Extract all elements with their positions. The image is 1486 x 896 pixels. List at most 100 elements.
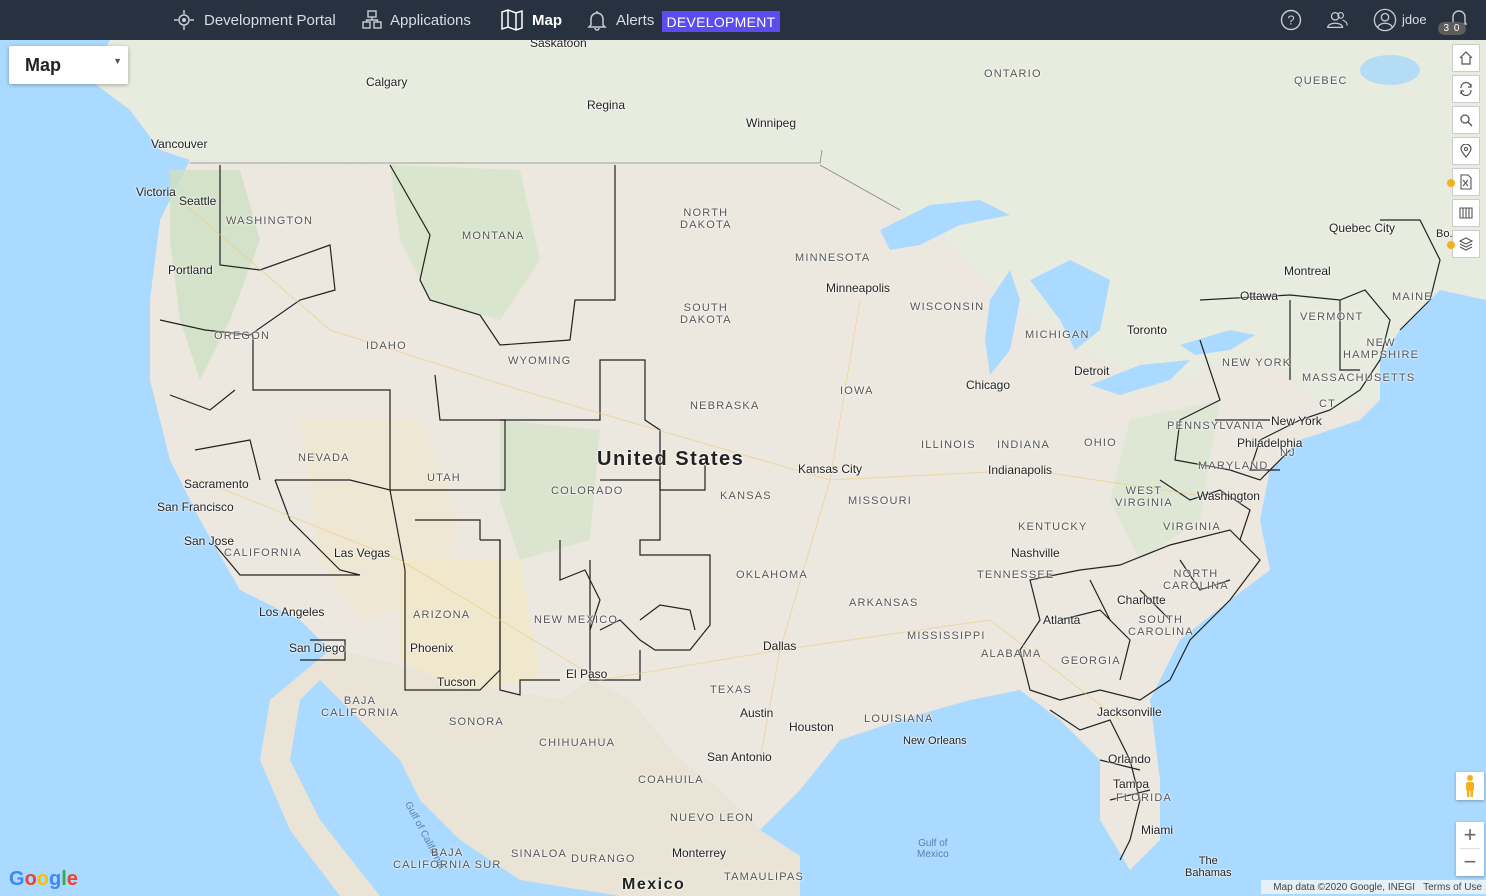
zoom-control: + − <box>1456 822 1484 876</box>
label-kentucky: KENTUCKY <box>1018 521 1088 533</box>
label-minnesota: MINNESOTA <box>795 252 871 264</box>
label-pennsylvania: PENNSYLVANIA <box>1167 420 1265 432</box>
caret-down-icon: ▼ <box>113 56 122 66</box>
label-kansas: KANSAS <box>720 490 772 502</box>
users-button[interactable] <box>1325 8 1349 32</box>
nav-development-portal[interactable]: Development Portal <box>172 0 336 40</box>
label-philadelphia: Philadelphia <box>1237 436 1303 450</box>
map-icon <box>501 9 523 31</box>
label-jacksonville: Jacksonville <box>1097 705 1162 719</box>
label-seattle: Seattle <box>179 194 217 208</box>
zoom-in-button[interactable]: + <box>1456 822 1484 848</box>
nav-map[interactable]: Map <box>500 0 562 40</box>
label-mexico: Mexico <box>622 876 686 893</box>
nav-development-portal-label: Development Portal <box>204 11 336 29</box>
user-avatar-icon <box>1373 8 1397 32</box>
label-houston: Houston <box>789 720 834 734</box>
map-canvas[interactable]: United States Mexico WASHINGTON OREGON I… <box>0 40 1486 896</box>
label-utah: UTAH <box>427 472 461 484</box>
label-idaho: IDAHO <box>366 340 407 352</box>
map-type-select[interactable]: Map ▼ <box>9 46 128 84</box>
label-michigan: MICHIGAN <box>1025 329 1090 341</box>
label-sinaloa: SINALOA <box>511 848 568 860</box>
label-massachusetts: MASSACHUSETTS <box>1302 372 1416 384</box>
label-new-orleans: New Orleans <box>903 735 967 747</box>
label-oregon: OREGON <box>214 330 271 342</box>
label-california: CALIFORNIA <box>224 547 303 559</box>
label-los-angeles: Los Angeles <box>259 605 325 619</box>
label-tucson: Tucson <box>437 675 476 689</box>
label-atlanta: Atlanta <box>1043 613 1081 627</box>
nav-map-label: Map <box>532 11 562 29</box>
warning-dot-icon <box>1447 241 1455 249</box>
label-maine: MAINE <box>1392 291 1433 303</box>
label-missouri: MISSOURI <box>848 495 912 507</box>
street-view-pegman[interactable] <box>1456 772 1484 800</box>
layers-button[interactable] <box>1447 230 1480 258</box>
label-mississippi: MISSISSIPPI <box>907 630 986 642</box>
bell-icon <box>587 11 607 31</box>
notification-count-badge: 3 0 <box>1438 22 1466 35</box>
map-panel-button[interactable] <box>1452 199 1480 227</box>
help-button[interactable]: ? <box>1279 8 1303 32</box>
label-winnipeg: Winnipeg <box>746 116 797 130</box>
user-menu-button[interactable] <box>1373 8 1397 32</box>
refresh-button[interactable] <box>1452 75 1480 103</box>
export-excel-button[interactable] <box>1447 168 1480 196</box>
label-nebraska: NEBRASKA <box>690 400 760 412</box>
label-el-paso: El Paso <box>566 667 608 681</box>
label-new-hampshire: NEW HAMPSHIRE <box>1343 337 1420 361</box>
label-louisiana: LOUISIANA <box>864 713 934 725</box>
label-bahamas: The Bahamas <box>1185 855 1232 879</box>
label-durango: DURANGO <box>571 853 636 865</box>
label-chihuahua: CHIHUAHUA <box>539 737 616 749</box>
user-name[interactable]: jdoe <box>1402 12 1427 27</box>
search-button[interactable] <box>1452 106 1480 134</box>
label-united-states: United States <box>597 448 745 470</box>
label-indiana: INDIANA <box>997 439 1051 451</box>
label-arkansas: ARKANSAS <box>849 597 919 609</box>
label-alabama: ALABAMA <box>981 648 1042 660</box>
nav-applications[interactable]: Applications <box>362 0 471 40</box>
map-data-attribution: Map data ©2020 Google, INEGI <box>1273 881 1416 893</box>
applications-icon <box>362 10 382 29</box>
terms-of-use-link[interactable]: Terms of Use <box>1423 882 1482 893</box>
label-detroit: Detroit <box>1074 364 1110 378</box>
map-attribution: Map data ©2020 Google, INEGI Terms of Us… <box>1261 880 1486 894</box>
label-monterrey: Monterrey <box>672 846 727 860</box>
environment-badge: DEVELOPMENT <box>662 11 780 32</box>
zoom-out-button[interactable]: − <box>1456 849 1484 875</box>
label-new-mexico: NEW MEXICO <box>534 614 619 626</box>
label-san-antonio: San Antonio <box>707 750 772 764</box>
label-minneapolis: Minneapolis <box>826 281 891 295</box>
label-virginia: VIRGINIA <box>1163 521 1221 533</box>
label-illinois: ILLINOIS <box>921 439 976 451</box>
location-button[interactable] <box>1452 137 1480 165</box>
search-icon <box>1460 114 1473 127</box>
label-kansas-city: Kansas City <box>798 462 863 476</box>
excel-icon <box>1460 174 1472 190</box>
nav-alerts[interactable]: Alerts <box>586 0 654 40</box>
top-navigation-bar: Development Portal Applications Map Aler… <box>0 0 1486 40</box>
label-baja-california: BAJA CALIFORNIA <box>321 695 400 719</box>
svg-text:?: ? <box>1287 13 1294 28</box>
label-baja-california-sur: BAJA CALIFORNIA SUR <box>393 847 502 871</box>
home-button[interactable] <box>1452 44 1480 72</box>
home-icon <box>1459 51 1473 65</box>
label-iowa: IOWA <box>840 385 874 397</box>
label-colorado: COLORADO <box>551 485 624 497</box>
label-south-dakota: SOUTH DAKOTA <box>680 302 732 326</box>
label-wyoming: WYOMING <box>508 355 572 367</box>
layers-icon <box>1459 237 1473 251</box>
map-panel-icon <box>1459 207 1473 219</box>
label-west-virginia: WEST VIRGINIA <box>1115 485 1173 509</box>
label-vancouver: Vancouver <box>151 137 208 151</box>
label-nuevo-leon: NUEVO LEON <box>670 812 755 824</box>
label-south-carolina: SOUTH CAROLINA <box>1128 614 1194 638</box>
label-quebec-city: Quebec City <box>1329 221 1396 235</box>
help-icon: ? <box>1280 9 1302 31</box>
nav-alerts-label: Alerts <box>616 11 655 29</box>
label-gulf-of-mexico: Gulf of Mexico <box>917 838 949 860</box>
label-oklahoma: OKLAHOMA <box>736 569 808 581</box>
label-miami: Miami <box>1141 823 1173 837</box>
